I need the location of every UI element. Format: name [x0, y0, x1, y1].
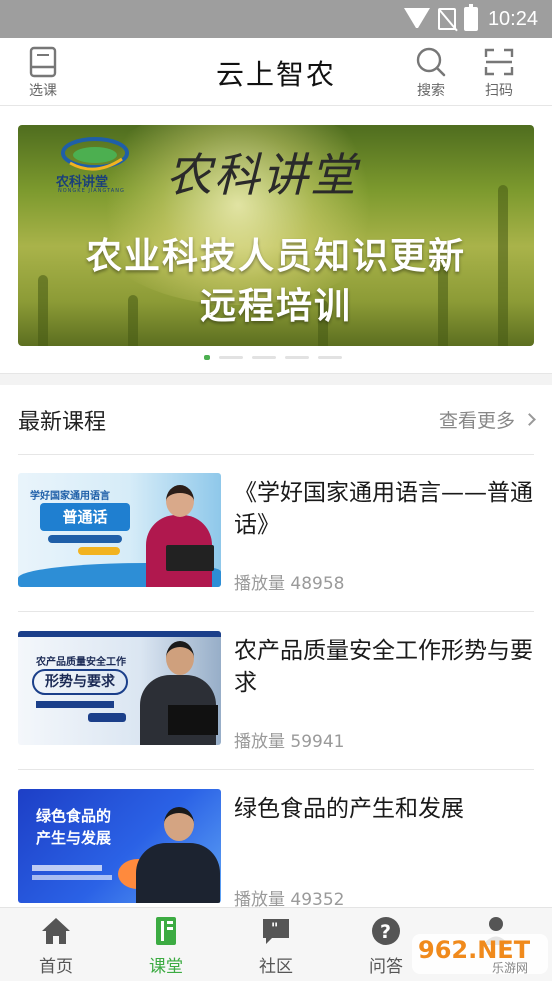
watermark-subtext: 乐游网 [492, 961, 528, 975]
divider [18, 611, 534, 612]
chevron-right-icon [523, 413, 536, 426]
scan-icon [484, 48, 514, 76]
thumbnail-caption-bar [36, 701, 114, 708]
nav-label: 社区 [259, 957, 293, 977]
question-icon: ? [372, 917, 400, 945]
thumbnail-caption-bar [32, 875, 112, 880]
course-thumbnail: 学好国家通用语言 普通话 [18, 473, 221, 587]
search-label: 搜索 [417, 83, 445, 99]
course-item[interactable]: 学好国家通用语言 普通话 《学好国家通用语言——普通话》 播放量 48958 [18, 455, 534, 612]
laptop-icon [168, 705, 218, 735]
course-title: 绿色食品的产生和发展 [234, 796, 464, 822]
carousel-dot-active [204, 355, 210, 360]
nav-item-home[interactable]: 首页 [16, 916, 96, 977]
home-icon [42, 918, 70, 944]
app-header: 选课 云上智农 搜索 扫码 [0, 38, 552, 106]
lecturer-head [164, 807, 194, 841]
nav-label: 课堂 [149, 957, 183, 977]
nav-item-community[interactable]: " 社区 [236, 916, 316, 977]
carousel-indicator [204, 355, 351, 360]
course-item[interactable]: 农产品质量安全工作 形势与要求 农产品质量安全工作形势与要求 播放量 59941 [18, 613, 534, 770]
scan-button[interactable]: 扫码 [483, 46, 515, 100]
thumbnail-caption-bar [32, 865, 102, 871]
search-icon [416, 47, 446, 77]
community-icon: " [263, 919, 289, 944]
banner-line-1: 农业科技人员知识更新 [85, 236, 466, 277]
section-separator [0, 373, 552, 385]
thumbnail-speaker-bar [78, 547, 120, 555]
site-watermark-logo: 962.NET 乐游网 [412, 934, 548, 975]
thumbnail-title: 学好国家通用语言 [30, 491, 110, 502]
thumbnail-speaker-bar [88, 713, 126, 722]
banner-title: 农科讲堂 [166, 148, 358, 202]
banner-carousel[interactable]: 农科讲堂 NONGKE JIANGTANG 农科讲堂 农业科技人员知识更新 远程… [18, 125, 534, 346]
view-more-link[interactable]: 查看更多 [438, 406, 536, 433]
course-play-count: 播放量 59941 [234, 732, 345, 752]
lecturer-head [166, 641, 194, 675]
no-sim-icon [437, 8, 456, 30]
course-title: 《学好国家通用语言——普通话》 [234, 480, 533, 538]
course-thumbnail: 绿色食品的 产生与发展 [18, 789, 221, 903]
status-time: 10:24 [487, 7, 538, 30]
course-play-count: 播放量 48958 [234, 574, 345, 594]
watermark-text: 962.NET [418, 936, 531, 964]
status-bar: 10:24 [0, 0, 552, 38]
course-title: 农产品质量安全工作形势与要求 [234, 638, 533, 696]
latest-courses-header: 最新课程 查看更多 [18, 404, 536, 440]
search-button[interactable]: 搜索 [414, 46, 448, 100]
carousel-dot [318, 356, 342, 359]
lecturer-head [166, 485, 194, 517]
page-title: 云上智农 [215, 58, 336, 91]
section-title: 最新课程 [18, 410, 107, 435]
thumbnail-title: 农产品质量安全工作 [36, 657, 126, 668]
classroom-icon [156, 917, 176, 945]
view-more-label: 查看更多 [438, 410, 515, 432]
banner-line-2: 远程培训 [199, 286, 352, 327]
thumbnail-top-stripe [18, 631, 221, 637]
divider [18, 769, 534, 770]
wifi-icon [403, 8, 430, 30]
carousel-dot [219, 356, 243, 359]
battery-icon [463, 4, 478, 31]
lecturer-figure [136, 843, 220, 903]
nav-item-classroom[interactable]: 课堂 [126, 916, 206, 977]
laptop-icon [166, 545, 214, 571]
carousel-dot [252, 356, 276, 359]
nav-label: 问答 [369, 957, 403, 977]
thumbnail-badge: 普通话 [40, 503, 130, 531]
scan-label: 扫码 [485, 83, 513, 99]
banner-logo-subtext: NONGKE JIANGTANG [58, 188, 125, 194]
svg-text:?: ? [380, 921, 391, 943]
course-item[interactable]: 绿色食品的 产生与发展 绿色食品的产生和发展 播放量 49352 [18, 771, 534, 911]
course-thumbnail: 农产品质量安全工作 形势与要求 [18, 631, 221, 745]
thumbnail-title: 绿色食品的 产生与发展 [36, 807, 112, 847]
svg-text:": " [271, 921, 278, 937]
carousel-dot [285, 356, 309, 359]
thumbnail-badge: 形势与要求 [32, 669, 128, 695]
nav-label: 首页 [39, 957, 73, 977]
thumbnail-caption-bar [48, 535, 122, 543]
